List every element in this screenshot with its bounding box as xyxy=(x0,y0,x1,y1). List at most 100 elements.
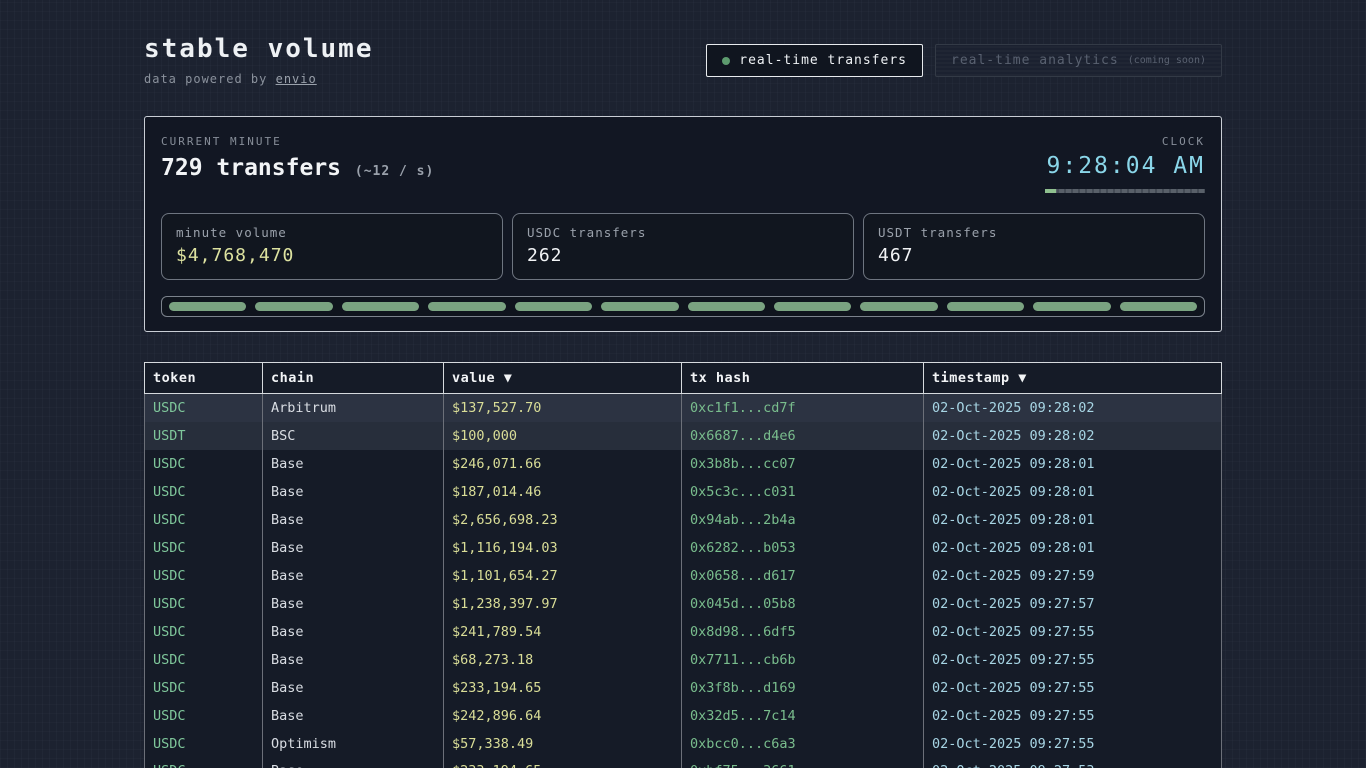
token-cell: USDC xyxy=(145,590,263,618)
minute-volume-label: minute volume xyxy=(176,225,488,240)
usdc-transfers-value: 262 xyxy=(527,245,839,266)
chain-cell: Base xyxy=(263,506,444,534)
timestamp-cell: 02-Oct-2025 09:28:02 xyxy=(924,422,1222,450)
tx-hash-link[interactable]: 0x045d...05b8 xyxy=(690,596,796,612)
tx-hash-cell: 0x94ab...2b4a xyxy=(682,506,924,534)
tx-hash-cell: 0x32d5...7c14 xyxy=(682,702,924,730)
chain-cell: Base xyxy=(263,450,444,478)
tx-hash-link[interactable]: 0x8d98...6df5 xyxy=(690,624,796,640)
minute-segment xyxy=(688,302,765,311)
minute-segment xyxy=(774,302,851,311)
tx-hash-cell: 0x3f8b...d169 xyxy=(682,674,924,702)
chain-cell: Base xyxy=(263,702,444,730)
clock-time: 9:28:04 AM xyxy=(1045,153,1205,179)
token-cell: USDC xyxy=(145,702,263,730)
minute-segments-bar xyxy=(161,296,1205,317)
chain-cell: Base xyxy=(263,674,444,702)
page-title: stable volume xyxy=(144,34,374,64)
stat-cards: minute volume $4,768,470 USDC transfers … xyxy=(161,213,1205,280)
minute-segment xyxy=(601,302,678,311)
tx-hash-link[interactable]: 0xbcc0...c6a3 xyxy=(690,736,796,752)
tx-hash-link[interactable]: 0x32d5...7c14 xyxy=(690,708,796,724)
tx-hash-link[interactable]: 0x6687...d4e6 xyxy=(690,428,796,444)
tx-hash-cell: 0x8d98...6df5 xyxy=(682,618,924,646)
tab-realtime-analytics[interactable]: real-time analytics (coming soon) xyxy=(935,44,1222,77)
tx-hash-cell: 0x6687...d4e6 xyxy=(682,422,924,450)
tx-hash-link[interactable]: 0x0658...d617 xyxy=(690,568,796,584)
chain-cell: Base xyxy=(263,534,444,562)
minute-volume-card: minute volume $4,768,470 xyxy=(161,213,503,280)
current-minute-panel: CURRENT MINUTE 729 transfers (~12 / s) C… xyxy=(144,116,1222,332)
transfer-row: USDCBase$233,194.65 0x3f8b...d169 02-Oct-2… xyxy=(145,674,1222,702)
token-cell: USDC xyxy=(145,562,263,590)
transfer-row: USDCBase$246,071.660x3b8b...cc0702-Oct-2… xyxy=(145,450,1222,478)
minute-volume-value: $4,768,470 xyxy=(176,245,488,266)
col-header-token: token xyxy=(145,363,263,394)
tx-hash-link[interactable]: 0xc1f1...cd7f xyxy=(690,400,796,416)
value-cell: $1,101,654.27 xyxy=(444,562,682,590)
token-cell: USDC xyxy=(145,506,263,534)
tx-hash-cell: 0x045d...05b8 xyxy=(682,590,924,618)
value-cell: $1,116,194.03 xyxy=(444,534,682,562)
top-bar: stable volume data powered by envio real… xyxy=(144,34,1222,86)
chain-cell: BSC xyxy=(263,422,444,450)
value-cell: $233,194.65 xyxy=(444,758,682,768)
timestamp-cell: 02-Oct-2025 09:28:02 xyxy=(924,394,1222,422)
live-dot-icon xyxy=(722,57,730,65)
timestamp-cell: 02-Oct-2025 09:28:01 xyxy=(924,478,1222,506)
col-header-timestamp[interactable]: timestamp ▼ xyxy=(924,363,1222,394)
tx-hash-link[interactable]: 0x5c3c...c031 xyxy=(690,484,796,500)
tx-hash-link[interactable]: 0x6282...b053 xyxy=(690,540,796,556)
page-container: stable volume data powered by envio real… xyxy=(144,0,1222,768)
minute-segment xyxy=(1033,302,1110,311)
col-header-value[interactable]: value ▼ xyxy=(444,363,682,394)
transfer-row: USDCBase$242,896.640x32d5...7c1402-Oct-2… xyxy=(145,702,1222,730)
tab-realtime-analytics-label: real-time analytics xyxy=(951,53,1119,68)
tx-hash-link[interactable]: 0xbf75...3661 xyxy=(690,763,796,768)
value-cell: $246,071.66 xyxy=(444,450,682,478)
token-cell: USDC xyxy=(145,674,263,702)
tx-hash-cell: 0x3b8b...cc07 xyxy=(682,450,924,478)
panel-top: CURRENT MINUTE 729 transfers (~12 / s) C… xyxy=(161,135,1205,193)
timestamp-cell: 02-Oct-2025 09:28:01 xyxy=(924,534,1222,562)
tab-realtime-transfers-label: real-time transfers xyxy=(739,53,907,68)
token-cell: USDT xyxy=(145,422,263,450)
transfer-row: USDCBase$233,194.650xbf75...366102-Oct-2… xyxy=(145,758,1222,768)
col-header-tx-hash: tx hash xyxy=(682,363,924,394)
value-cell: $137,527.70 xyxy=(444,394,682,422)
chain-cell: Base xyxy=(263,478,444,506)
tx-hash-cell: 0xc1f1...cd7f xyxy=(682,394,924,422)
table-header-row: tokenchainvalue ▼tx hashtimestamp ▼ xyxy=(145,363,1222,394)
token-cell: USDC xyxy=(145,758,263,768)
timestamp-cell: 02-Oct-2025 09:27:55 xyxy=(924,730,1222,758)
chain-cell: Base xyxy=(263,618,444,646)
col-header-chain: chain xyxy=(263,363,444,394)
transfer-row: USDCBase$241,789.540x8d98...6df502-Oct-2… xyxy=(145,618,1222,646)
tx-hash-link[interactable]: 0x7711...cb6b xyxy=(690,652,796,668)
value-cell: $68,273.18 xyxy=(444,646,682,674)
chain-cell: Base xyxy=(263,590,444,618)
tx-hash-link[interactable]: 0x3b8b...cc07 xyxy=(690,456,796,472)
timestamp-cell: 02-Oct-2025 09:27:55 xyxy=(924,674,1222,702)
timestamp-cell: 02-Oct-2025 09:27:59 xyxy=(924,562,1222,590)
value-cell: $241,789.54 xyxy=(444,618,682,646)
chain-cell: Base xyxy=(263,758,444,768)
minute-segment xyxy=(515,302,592,311)
usdt-transfers-value: 467 xyxy=(878,245,1190,266)
tx-hash-link[interactable]: 0x94ab...2b4a xyxy=(690,512,796,528)
transfer-row: USDCBase$1,101,654.270x0658...d61702-Oct… xyxy=(145,562,1222,590)
tx-hash-link[interactable]: 0x3f8b...d169 xyxy=(690,680,796,696)
value-cell: $233,194.65 xyxy=(444,674,682,702)
current-minute-label: CURRENT MINUTE xyxy=(161,135,434,148)
transfers-rate: (~12 / s) xyxy=(355,164,434,179)
clock-progress-bar xyxy=(1045,189,1205,193)
tab-realtime-transfers[interactable]: real-time transfers xyxy=(706,44,923,77)
usdt-transfers-card: USDT transfers 467 xyxy=(863,213,1205,280)
tx-hash-cell: 0xbf75...3661 xyxy=(682,758,924,768)
envio-link[interactable]: envio xyxy=(276,72,317,86)
chain-cell: Optimism xyxy=(263,730,444,758)
transfer-row: USDCBase$1,238,397.970x045d...05b802-Oct… xyxy=(145,590,1222,618)
value-cell: $187,014.46 xyxy=(444,478,682,506)
clock-block: CLOCK 9:28:04 AM xyxy=(1045,135,1205,193)
timestamp-cell: 02-Oct-2025 09:27:55 xyxy=(924,618,1222,646)
